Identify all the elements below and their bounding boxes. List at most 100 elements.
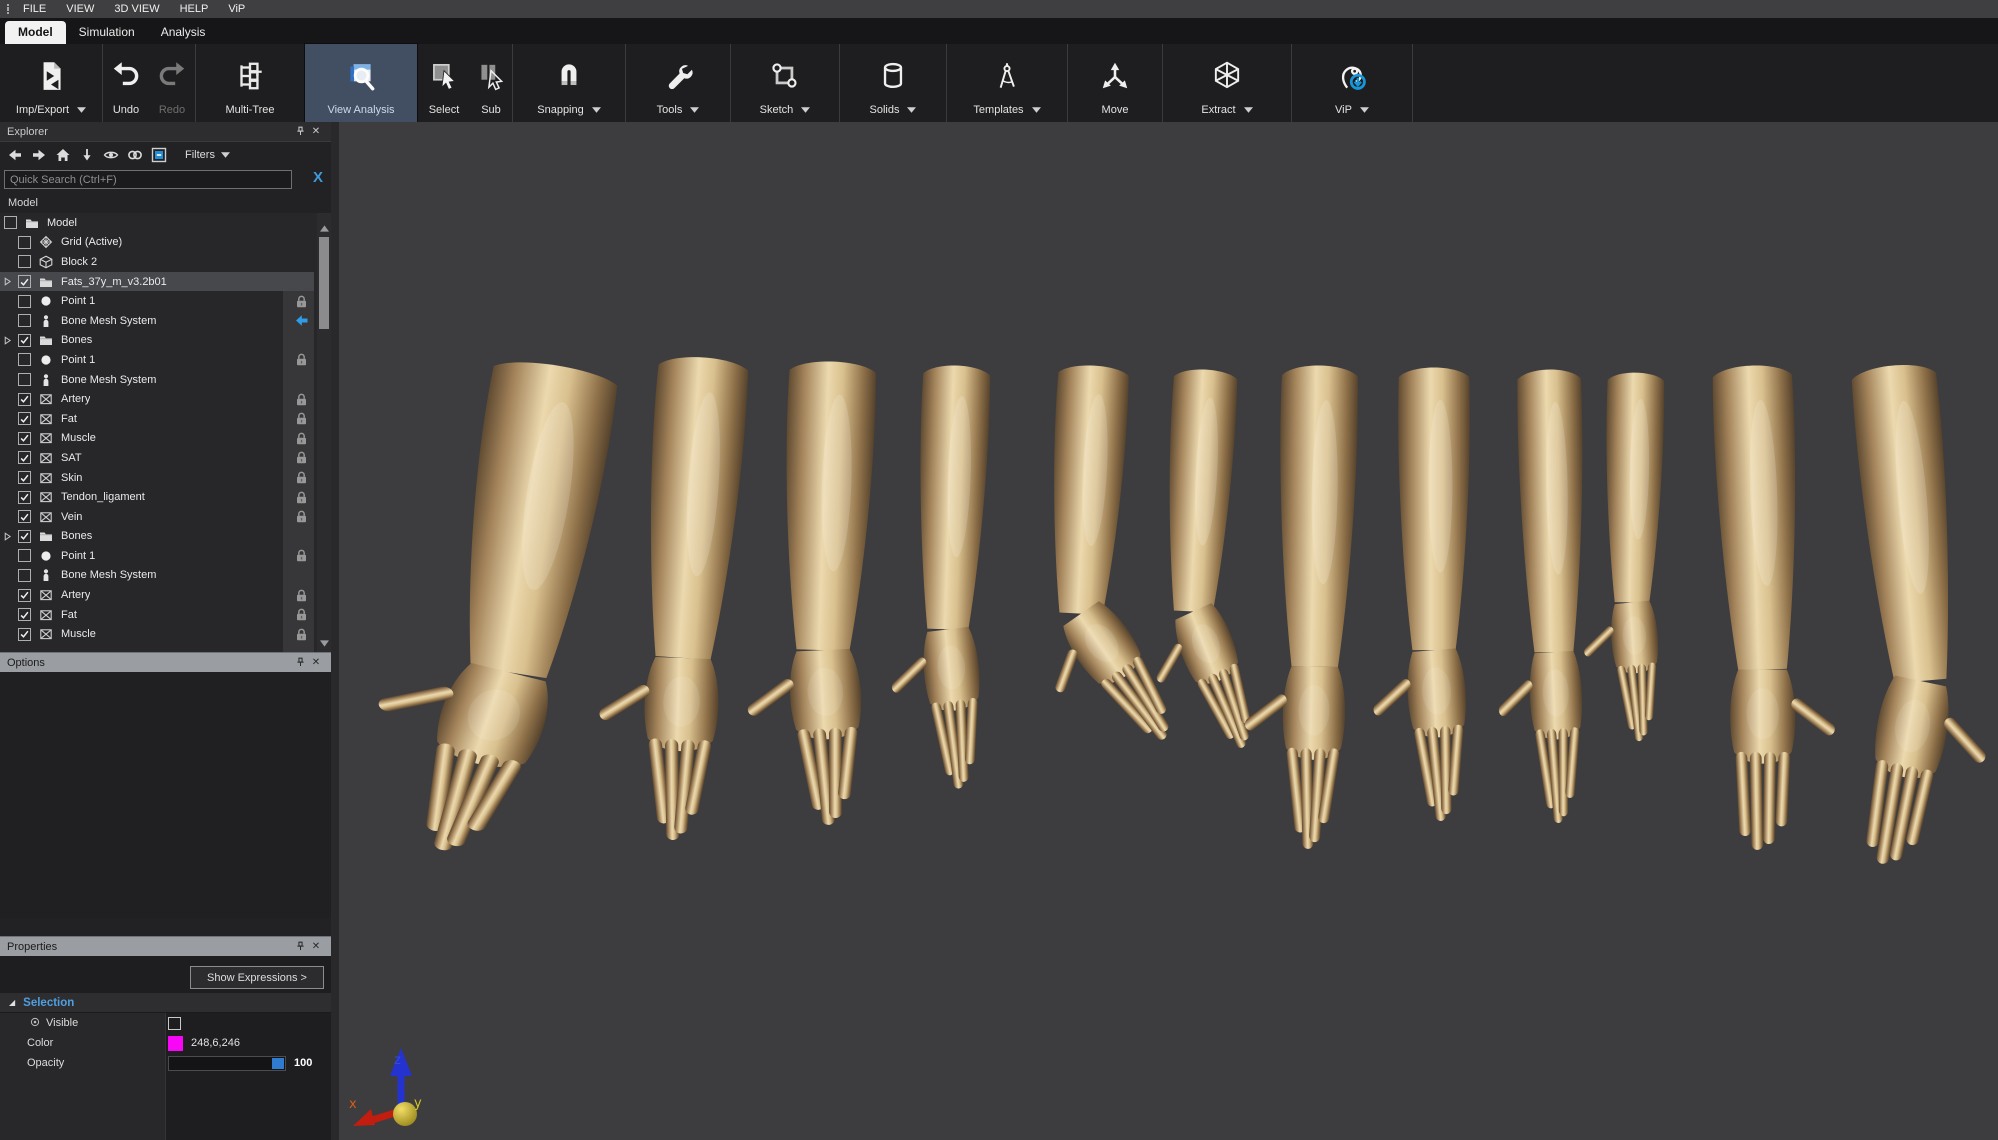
pin-icon[interactable] <box>292 939 308 955</box>
tree-row-muscle[interactable]: Muscle <box>0 429 314 449</box>
arm-model-7[interactable] <box>1241 364 1359 850</box>
tree-checkbox[interactable] <box>18 236 31 249</box>
move-button[interactable]: Move <box>1068 44 1162 122</box>
tree-checkbox[interactable] <box>18 549 31 562</box>
eye-icon[interactable] <box>101 146 120 163</box>
pin-icon[interactable] <box>292 655 308 671</box>
tree-checkbox[interactable] <box>18 373 31 386</box>
templates-button[interactable]: Templates <box>947 44 1067 122</box>
tree-row-fat[interactable]: Fat <box>0 605 314 625</box>
tree-checkbox[interactable] <box>18 412 31 425</box>
undo-button[interactable]: Undo <box>103 44 149 122</box>
tree-checkbox[interactable] <box>18 295 31 308</box>
tree-row-tendon-ligament[interactable]: Tendon_ligament <box>0 487 314 507</box>
redo-button[interactable]: Redo <box>149 44 195 122</box>
tree-row-point-1[interactable]: Point 1 <box>0 350 314 370</box>
tree-checkbox[interactable] <box>18 491 31 504</box>
arm-model-3[interactable] <box>736 359 884 833</box>
tree-checkbox[interactable] <box>4 216 17 229</box>
dropdown-arrow-icon[interactable] <box>1032 104 1041 116</box>
tab-simulation[interactable]: Simulation <box>66 21 148 44</box>
view-analysis-button[interactable]: View Analysis <box>305 44 417 122</box>
tree-checkbox[interactable] <box>18 628 31 641</box>
search-input[interactable] <box>4 170 292 189</box>
multi-tree-button[interactable]: Multi-Tree <box>196 44 304 122</box>
tree-row-grid-active-[interactable]: Grid (Active) <box>0 233 314 253</box>
tree-row-block-2[interactable]: Block 2 <box>0 252 314 272</box>
forward-arrow-icon[interactable] <box>29 146 48 163</box>
extract-button[interactable]: Extract <box>1163 44 1291 122</box>
dropdown-arrow-icon[interactable] <box>907 104 916 116</box>
dropdown-arrow-icon[interactable] <box>1244 104 1253 116</box>
arm-model-1[interactable] <box>339 342 620 871</box>
tree-row-vein[interactable]: Vein <box>0 507 314 527</box>
arm-model-11[interactable] <box>1712 363 1844 854</box>
dropdown-arrow-icon[interactable] <box>690 104 699 116</box>
scene-3d[interactable]: xyz <box>339 122 1998 1140</box>
tree-row-bones[interactable]: Bones <box>0 527 314 547</box>
panel-splitter[interactable] <box>331 122 339 1140</box>
pin-icon[interactable] <box>292 124 308 140</box>
sketch-button[interactable]: Sketch <box>731 44 839 122</box>
tree-row-muscle[interactable]: Muscle <box>0 624 314 644</box>
tree-row-skin[interactable]: Skin <box>0 468 314 488</box>
down-arrow-icon[interactable] <box>77 146 96 163</box>
tree-row-model[interactable]: Model <box>0 213 314 233</box>
close-icon[interactable]: ✕ <box>308 939 324 955</box>
dropdown-arrow-icon[interactable] <box>1360 104 1369 116</box>
dropdown-arrow-icon[interactable] <box>77 104 86 116</box>
tree-row-fats-37y-m-v3-2b01[interactable]: Fats_37y_m_v3.2b01 <box>0 272 314 292</box>
tree-row-bone-mesh-system[interactable]: Bone Mesh System <box>0 311 314 331</box>
sub-button[interactable]: Sub <box>470 44 512 122</box>
menu-item-help[interactable]: HELP <box>170 3 219 15</box>
tree-checkbox[interactable] <box>18 275 31 288</box>
snapping-button[interactable]: Snapping <box>513 44 625 122</box>
tree-expander-icon[interactable] <box>4 334 18 346</box>
tree-checkbox[interactable] <box>18 255 31 268</box>
collapse-box-icon[interactable] <box>149 146 168 163</box>
tree-row-point-1[interactable]: Point 1 <box>0 291 314 311</box>
tree-checkbox[interactable] <box>18 608 31 621</box>
tree-checkbox[interactable] <box>18 334 31 347</box>
tree-checkbox[interactable] <box>18 393 31 406</box>
tree-row-sat[interactable]: SAT <box>0 448 314 468</box>
tree-expander-icon[interactable] <box>4 276 18 288</box>
tree-checkbox[interactable] <box>18 353 31 366</box>
scrollbar-up-icon[interactable] <box>317 222 331 235</box>
tree-row-bones[interactable]: Bones <box>0 331 314 351</box>
slider-handle[interactable] <box>272 1058 284 1069</box>
dropdown-arrow-icon[interactable] <box>592 104 601 116</box>
link-icon[interactable] <box>125 146 144 163</box>
tree-expander-icon[interactable] <box>4 530 18 542</box>
visible-checkbox[interactable] <box>168 1017 181 1030</box>
arm-model-8[interactable] <box>1368 368 1473 827</box>
tree-checkbox[interactable] <box>18 589 31 602</box>
menu-item-3d-view[interactable]: 3D VIEW <box>104 3 169 15</box>
tree-scrollbar[interactable] <box>317 213 331 652</box>
tree-row-artery[interactable]: Artery <box>0 585 314 605</box>
dropdown-arrow-icon[interactable] <box>801 104 810 116</box>
tree-row-artery[interactable]: Artery <box>0 389 314 409</box>
menu-item-vip[interactable]: ViP <box>218 3 255 15</box>
arm-model-10[interactable] <box>1577 372 1672 748</box>
arm-model-4[interactable] <box>880 363 1004 799</box>
viewport-3d[interactable]: xyz <box>339 122 1998 1140</box>
tree-checkbox[interactable] <box>18 451 31 464</box>
tree-checkbox[interactable] <box>18 569 31 582</box>
select-button[interactable]: Select <box>418 44 470 122</box>
close-icon[interactable]: ✕ <box>308 124 324 140</box>
tree-row-point-1[interactable]: Point 1 <box>0 546 314 566</box>
search-clear-button[interactable]: X <box>313 169 323 186</box>
tree-checkbox[interactable] <box>18 432 31 445</box>
tab-model[interactable]: Model <box>5 21 66 44</box>
show-expressions-button[interactable]: Show Expressions > <box>190 966 324 989</box>
close-icon[interactable]: ✕ <box>308 655 324 671</box>
tree-checkbox[interactable] <box>18 314 31 327</box>
tree-row-fat[interactable]: Fat <box>0 409 314 429</box>
opacity-slider[interactable] <box>168 1056 286 1071</box>
menu-item-view[interactable]: VIEW <box>56 3 104 15</box>
color-swatch[interactable] <box>168 1036 183 1051</box>
arm-model-12[interactable] <box>1811 359 1998 891</box>
tree-checkbox[interactable] <box>18 510 31 523</box>
tools-button[interactable]: Tools <box>626 44 730 122</box>
